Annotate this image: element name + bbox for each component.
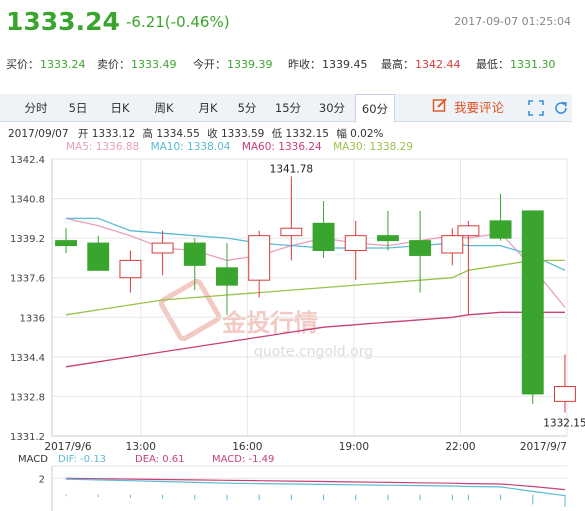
x-tick-label: 19:00 <box>339 441 369 453</box>
ohlc-high: 1334.55 <box>156 128 200 140</box>
update-timestamp: 2017-09-07 01:25:04 <box>454 15 571 28</box>
candles: 1341.78 1332.15 <box>55 163 585 430</box>
tab-weekly-k[interactable]: 周K <box>144 94 184 122</box>
high-marker-label: 1341.78 <box>270 163 313 175</box>
tab-5day[interactable]: 5日 <box>60 94 96 122</box>
refresh-icon[interactable] <box>553 100 569 116</box>
candle-down <box>183 242 206 266</box>
macd-dea-legend: DEA: 0.61 <box>135 454 185 465</box>
ohlc-info: 2017/09/07 开 1333.12 高 1334.55 收 1333.59… <box>8 126 384 141</box>
tab-15min[interactable]: 15分 <box>268 94 308 122</box>
candle-down <box>521 210 544 395</box>
price-header: 1333.24 -6.21(-0.46%) 2017-09-07 01:25:0… <box>0 0 585 46</box>
x-tick-label: 16:00 <box>232 441 262 453</box>
quote-ask: 卖价：1333.49 <box>97 58 177 71</box>
ohlc-amp-label: 幅 <box>336 128 347 140</box>
candle-down <box>87 242 110 271</box>
watermark-url: quote.cngold.org <box>254 344 373 360</box>
candle-down <box>312 222 335 252</box>
tab-monthly-k[interactable]: 月K <box>188 94 228 122</box>
low-marker-label: 1332.15 <box>543 418 585 430</box>
tab-30min[interactable]: 30分 <box>312 94 352 122</box>
y-tick-label: 1331.2 <box>10 432 45 443</box>
ohlc-close-label: 收 <box>207 128 218 140</box>
fullscreen-icon[interactable] <box>528 100 544 116</box>
candle-down <box>55 240 78 247</box>
ohlc-high-label: 高 <box>142 128 153 140</box>
y-tick-label: 1340.8 <box>10 195 45 206</box>
y-tick-label: 1342.4 <box>10 155 45 166</box>
candle-up <box>344 235 367 252</box>
x-tick-label: 2017/9/7 <box>520 441 567 453</box>
ohlc-low-label: 低 <box>271 128 283 140</box>
watermark-logo-icon <box>158 278 222 342</box>
last-price: 1333.24 <box>6 7 120 36</box>
y-tick-label: 1336 <box>20 313 45 324</box>
ohlc-open-label: 开 <box>77 128 89 140</box>
quote-summary: 买价：1333.24 卖价：1333.49 今开：1339.39 昨收：1339… <box>0 56 585 76</box>
x-tick-label: 2017/9/6 <box>44 441 91 453</box>
x-tick-label: 22:00 <box>445 441 475 453</box>
macd-panel: MACD DIF: -0.13 DEA: 0.61 MACD: -1.49 2 <box>18 454 567 511</box>
candlestick-chart[interactable]: 金投行情 quote.cngold.org 1341.78 1332.15 134… <box>0 150 585 511</box>
candle-down <box>216 267 238 286</box>
candle-up <box>441 235 464 254</box>
chart-axes: 1342.4 1340.8 1339.2 1337.6 1336 1334.4 1332.8… <box>10 155 567 453</box>
tab-5min[interactable]: 5分 <box>230 94 264 122</box>
candle-down <box>376 235 399 242</box>
y-tick-label: 1337.6 <box>10 274 45 285</box>
candle-up <box>248 235 271 281</box>
macd-value-legend: MACD: -1.49 <box>212 454 274 465</box>
tab-60min[interactable]: 60分 <box>355 94 395 123</box>
macd-dif-legend: DIF: -0.13 <box>58 454 106 465</box>
candle-up <box>151 242 174 254</box>
chart-grid <box>51 158 568 437</box>
ohlc-date: 2017/09/07 <box>8 128 69 140</box>
y-tick-label: 1339.2 <box>10 234 45 245</box>
candle-down <box>489 220 512 239</box>
tab-daily-k[interactable]: 日K <box>100 94 140 122</box>
y-tick-label: 1334.4 <box>10 353 45 364</box>
macd-tick-label: 2 <box>39 474 45 485</box>
ohlc-close: 1333.59 <box>220 128 265 140</box>
quote-prev-close: 昨收：1339.45 <box>288 58 368 71</box>
x-tick-label: 13:00 <box>126 441 156 453</box>
quote-bid: 买价：1333.24 <box>6 58 86 71</box>
quote-open: 今开：1339.39 <box>193 58 273 71</box>
y-tick-label: 1332.8 <box>10 392 45 403</box>
ohlc-low: 1332.15 <box>285 128 329 140</box>
macd-title: MACD <box>18 454 48 465</box>
comment-button[interactable]: 我要评论 <box>432 94 504 122</box>
ohlc-open: 1333.12 <box>91 128 136 140</box>
ohlc-amp: 0.02% <box>350 128 384 140</box>
candle-up <box>553 386 576 402</box>
candle-down <box>409 240 432 256</box>
watermark-brand: 金投行情 <box>221 309 318 337</box>
candle-up <box>119 259 142 279</box>
quote-high: 最高：1342.44 <box>381 58 461 71</box>
candle-up <box>280 227 303 237</box>
quote-low: 最低：1331.30 <box>476 58 556 71</box>
period-tabbar: 分时 5日 日K 周K 月K 5分 15分 30分 60分 我要评论 <box>0 94 572 123</box>
edit-icon <box>432 95 448 123</box>
tab-intraday[interactable]: 分时 <box>16 94 56 122</box>
comment-label: 我要评论 <box>454 100 505 115</box>
price-change: -6.21(-0.46%) <box>126 13 230 31</box>
candle-up <box>457 225 480 237</box>
